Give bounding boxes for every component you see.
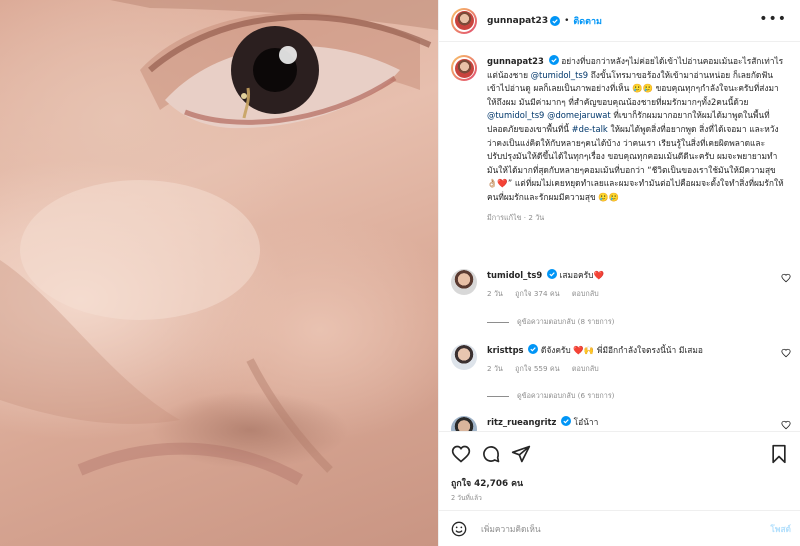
view-replies-label[interactable]: ดูข้อความตอบกลับ (6 รายการ): [517, 391, 615, 402]
commenter-avatar[interactable]: [451, 416, 477, 431]
post-actions-bar: ถูกใจ 42,706 คน 2 วันที่แล้ว เพิ่มความคิ…: [439, 431, 800, 546]
separator-dot: •: [564, 15, 570, 26]
like-heart-icon[interactable]: [451, 444, 471, 464]
comment-item: ritz_rueangritz โอ๋น้าา: [451, 416, 791, 431]
hashtag-link[interactable]: #de-talk: [572, 124, 608, 134]
verified-badge-icon: [546, 269, 557, 279]
reply-button[interactable]: ตอบกลับ: [572, 289, 599, 298]
share-send-icon[interactable]: [511, 444, 531, 464]
commenter-avatar[interactable]: [451, 344, 477, 370]
comment-meta: 2 วัน ถูกใจ 374 คน ตอบกลับ: [487, 288, 609, 300]
caption-username[interactable]: gunnapat23: [487, 56, 544, 66]
view-replies-button[interactable]: ดูข้อความตอบกลับ (8 รายการ): [487, 317, 615, 328]
post-caption: gunnapat23 อย่างที่บอกว่าหลังๆไม่ค่อยได้…: [451, 55, 791, 224]
add-comment-bar: เพิ่มความคิดเห็น โพสต์: [439, 510, 800, 546]
comment-body: ritz_rueangritz โอ๋น้าา: [487, 416, 598, 431]
verified-badge-icon: [561, 416, 571, 426]
commenter-username[interactable]: tumidol_ts9: [487, 270, 542, 280]
caption-meta: มีการแก้ไข · 2 วัน: [487, 212, 545, 222]
comment-likes[interactable]: ถูกใจ 559 คน: [515, 364, 559, 373]
add-comment-input[interactable]: เพิ่มความคิดเห็น: [481, 522, 541, 536]
mention-link[interactable]: @tumidol_ts9: [487, 110, 544, 120]
comment-item: tumidol_ts9 เสมอครับ❤️ 2 วัน ถูกใจ 374 ค…: [451, 269, 791, 300]
comments-scroll-area[interactable]: gunnapat23 อย่างที่บอกว่าหลังๆไม่ค่อยได้…: [439, 43, 800, 431]
like-comment-heart-icon[interactable]: [781, 420, 791, 430]
mention-link[interactable]: @tumidol_ts9: [531, 70, 588, 80]
replies-divider-line: [487, 396, 509, 397]
post-side-panel: gunnapat23 • ติดตาม ••• gunnapat23 อย่าง…: [438, 0, 800, 546]
mention-link[interactable]: @domejaruwat: [547, 110, 611, 120]
verified-badge-icon: [548, 55, 559, 65]
caption-text-block: gunnapat23 อย่างที่บอกว่าหลังๆไม่ค่อยได้…: [487, 55, 787, 224]
emoji-smiley-icon[interactable]: [451, 521, 467, 537]
author-avatar[interactable]: [451, 7, 477, 34]
replies-divider-line: [487, 322, 509, 323]
post-header: gunnapat23 • ติดตาม •••: [439, 0, 800, 42]
comment-text: โอ๋น้าา: [573, 417, 599, 427]
comment-likes[interactable]: ถูกใจ 374 คน: [515, 289, 559, 298]
save-bookmark-icon[interactable]: [769, 444, 789, 464]
comment-bubble-icon[interactable]: [481, 444, 501, 464]
like-comment-heart-icon[interactable]: [781, 273, 791, 283]
comment-text: เสมอครับ❤️: [559, 270, 604, 280]
view-replies-button[interactable]: ดูข้อความตอบกลับ (6 รายการ): [487, 391, 615, 402]
comment-item: kristtps ดีจังครับ ❤️🙌 พี่มีอีกกำลังใจตร…: [451, 344, 791, 375]
post-photo: [0, 0, 438, 546]
commenter-username[interactable]: kristtps: [487, 345, 524, 355]
commenter-username[interactable]: ritz_rueangritz: [487, 417, 556, 427]
comment-body: kristtps ดีจังครับ ❤️🙌 พี่มีอีกกำลังใจตร…: [487, 344, 703, 375]
comment-body: tumidol_ts9 เสมอครับ❤️ 2 วัน ถูกใจ 374 ค…: [487, 269, 609, 300]
post-timestamp[interactable]: 2 วันที่แล้ว: [451, 492, 482, 503]
author-username[interactable]: gunnapat23: [487, 16, 548, 26]
caption-text: ให้ผมได้พูดสิ่งที่อยากพูด สิ่งที่ได้เจอม…: [487, 123, 784, 202]
comment-time: 2 วัน: [487, 289, 503, 298]
comment-meta: 2 วัน ถูกใจ 559 คน ตอบกลับ: [487, 363, 703, 375]
view-replies-label[interactable]: ดูข้อความตอบกลับ (8 รายการ): [517, 317, 615, 328]
more-options-icon[interactable]: •••: [759, 12, 787, 26]
face-closeup-illustration: [0, 0, 438, 486]
like-comment-heart-icon[interactable]: [781, 348, 791, 358]
post-comment-button[interactable]: โพสต์: [770, 522, 791, 536]
commenter-avatar[interactable]: [451, 269, 477, 295]
follow-button[interactable]: ติดตาม: [573, 14, 602, 28]
caption-author-avatar[interactable]: [451, 55, 477, 81]
comment-text: ดีจังครับ ❤️🙌 พี่มีอีกกำลังใจตรงนี้น้า ม…: [540, 345, 703, 355]
reply-button[interactable]: ตอบกลับ: [572, 364, 599, 373]
comment-time: 2 วัน: [487, 364, 503, 373]
post-likes-count[interactable]: ถูกใจ 42,706 คน: [451, 476, 523, 490]
verified-badge-icon: [528, 344, 539, 354]
verified-badge-icon: [550, 15, 561, 26]
